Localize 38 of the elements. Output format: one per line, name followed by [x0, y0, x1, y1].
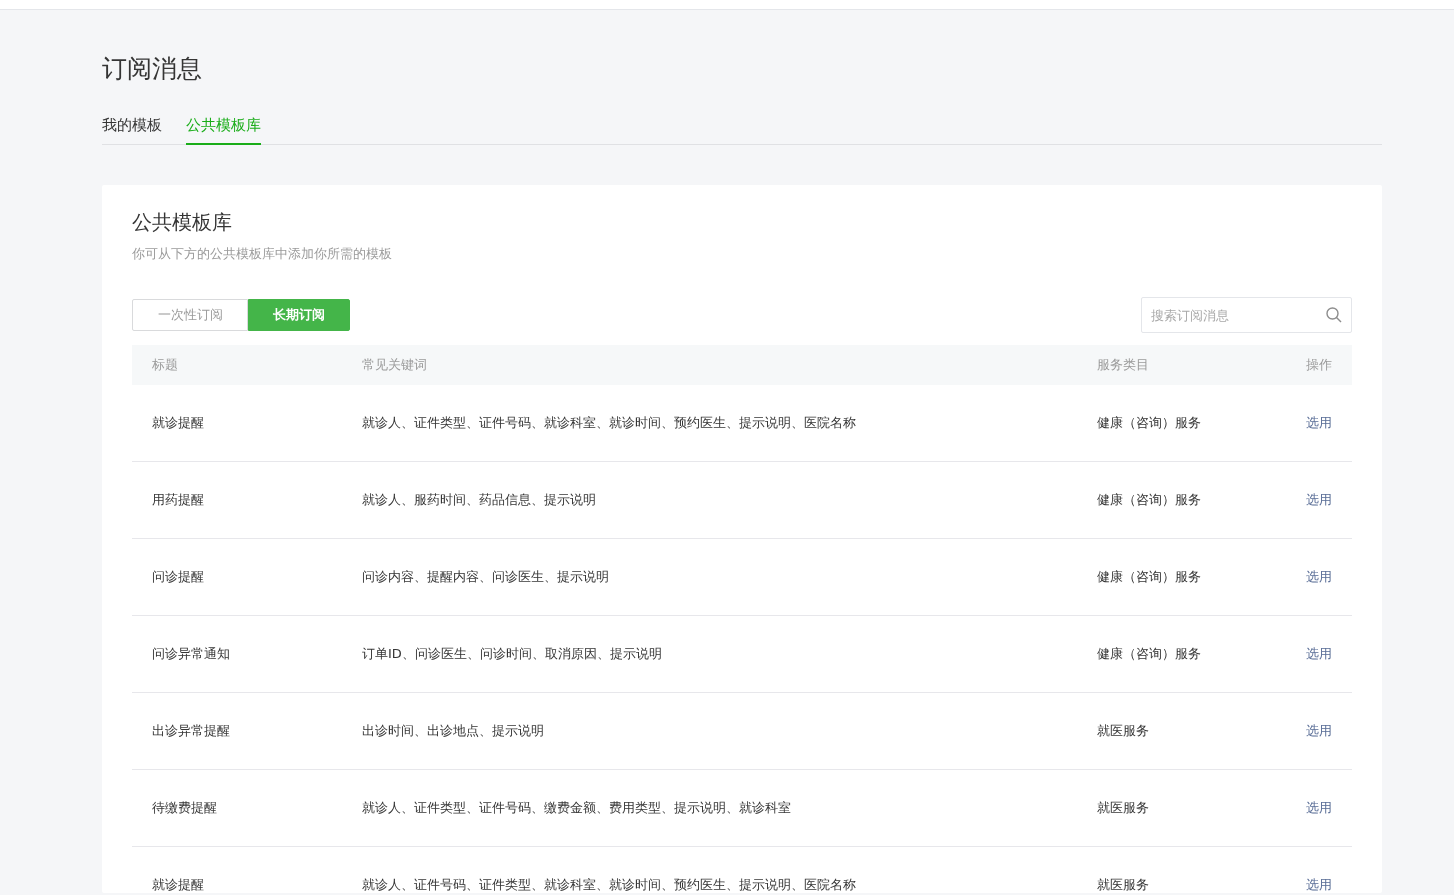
service-category: 健康（咨询）服务: [1097, 645, 1202, 663]
select-link[interactable]: 选用: [1306, 414, 1332, 432]
keyword-list: 就诊人、服药时间、药品信息、提示说明: [362, 491, 1097, 509]
tab[interactable]: 我的模板: [102, 116, 162, 145]
select-link[interactable]: 选用: [1306, 876, 1332, 893]
keyword-list: 出诊时间、出诊地点、提示说明: [362, 722, 1097, 740]
column-header: 常见关键词: [362, 356, 428, 374]
service-category: 就医服务: [1097, 876, 1150, 893]
keyword-list: 就诊人、证件类型、证件号码、就诊科室、就诊时间、预约医生、提示说明、医院名称: [362, 414, 1097, 432]
template-title: 问诊提醒: [152, 568, 205, 586]
service-category: 就医服务: [1097, 799, 1150, 817]
column-header: 服务类目: [1097, 356, 1150, 374]
service-category: 健康（咨询）服务: [1097, 414, 1202, 432]
keyword-list: 就诊人、证件类型、证件号码、缴费金额、费用类型、提示说明、就诊科室: [362, 799, 1097, 817]
select-link[interactable]: 选用: [1306, 799, 1332, 817]
keyword-list: 就诊人、证件号码、证件类型、就诊科室、就诊时间、预约医生、提示说明、医院名称: [362, 876, 1097, 893]
select-link[interactable]: 选用: [1306, 568, 1332, 586]
service-category: 健康（咨询）服务: [1097, 568, 1202, 586]
service-category: 健康（咨询）服务: [1097, 491, 1202, 509]
keyword-list: 问诊内容、提醒内容、问诊医生、提示说明: [362, 568, 1097, 586]
template-title: 出诊异常提醒: [152, 722, 231, 740]
search-field[interactable]: 搜索订阅消息: [1141, 297, 1352, 333]
template-title: 问诊异常通知: [152, 645, 231, 663]
page-title: 订阅消息: [102, 53, 203, 85]
column-header: 操作: [1306, 356, 1332, 374]
column-header: 标题: [152, 356, 179, 374]
select-link[interactable]: 选用: [1306, 491, 1332, 509]
card-title: 公共模板库: [132, 209, 233, 236]
select-link[interactable]: 选用: [1306, 722, 1332, 740]
service-category: 就医服务: [1097, 722, 1150, 740]
card-description: 你可从下方的公共模板库中添加你所需的模板: [132, 245, 393, 263]
template-title: 用药提醒: [152, 491, 205, 509]
keyword-list: 订单ID、问诊医生、问诊时间、取消原因、提示说明: [362, 645, 1097, 663]
template-title: 就诊提醒: [152, 414, 205, 432]
search-icon: [1326, 307, 1342, 323]
template-title: 就诊提醒: [152, 876, 205, 893]
select-link[interactable]: 选用: [1306, 645, 1332, 663]
template-title: 待缴费提醒: [152, 799, 218, 817]
